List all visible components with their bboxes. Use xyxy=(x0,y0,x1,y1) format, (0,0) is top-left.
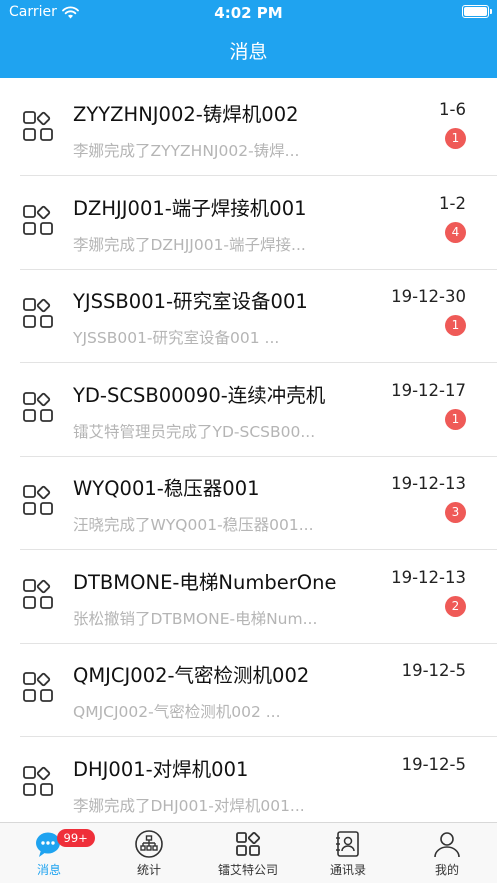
message-row[interactable]: QMJCJ002-气密检测机002 QMJCJ002-气密检测机002 ... 19… xyxy=(0,643,497,737)
unread-count-badge: 3 xyxy=(445,502,466,523)
message-date: 19-12-5 xyxy=(401,754,466,774)
unread-total-badge: 99+ xyxy=(56,829,95,847)
message-title: YJSSB001-研究室设备001 xyxy=(73,290,308,313)
message-title: DZHJJ001-端子焊接机001 xyxy=(73,196,307,220)
tab-item[interactable]: 消息 99+ xyxy=(0,823,99,883)
message-title: QMJCJ002-气密检测机002 xyxy=(73,664,310,687)
device-grid-icon xyxy=(22,391,56,425)
unread-count-badge: 1 xyxy=(445,315,466,336)
org-chart-icon xyxy=(134,829,164,859)
message-preview: YJSSB001-研究室设备001 ... xyxy=(73,329,280,347)
message-row[interactable]: YJSSB001-研究室设备001 YJSSB001-研究室设备001 ... 19… xyxy=(0,269,497,363)
device-grid-icon xyxy=(22,204,56,238)
unread-count-badge: 2 xyxy=(445,595,466,617)
app-header: Carrier 4:02 PM 消息 xyxy=(0,0,497,78)
device-grid-icon xyxy=(22,484,56,518)
battery-icon xyxy=(462,5,492,18)
message-title: YD-SCSB00090-连续冲壳机 xyxy=(73,383,326,407)
message-date: 19-12-5 xyxy=(401,661,466,680)
message-row[interactable]: ZYYZHNJ002-铸焊机002 李娜完成了ZYYZHNJ002-铸焊... 1-… xyxy=(0,82,497,176)
tab-item[interactable]: 我的 xyxy=(398,823,497,883)
status-bar: Carrier 4:02 PM xyxy=(0,0,497,26)
message-row[interactable]: DTBMONE-电梯NumberOne 张松撤销了DTBMONE-电梯Num...… xyxy=(0,550,497,644)
device-grid-icon xyxy=(22,765,56,799)
message-date: 1-6 xyxy=(439,100,466,119)
message-row[interactable]: DHJ001-对焊机001 李娜完成了DHJ001-对焊机001... 19-12-… xyxy=(0,737,497,823)
message-row[interactable]: WYQ001-稳压器001 汪晓完成了WYQ001-稳压器001... 19-12-… xyxy=(0,456,497,550)
message-preview: 李娜完成了DHJ001-对焊机001... xyxy=(73,796,305,815)
tab-bar: 消息 99+ 统计 镭艾特公司 通讯录 我的 xyxy=(0,822,497,883)
message-preview: 张松撤销了DTBMONE-电梯Num... xyxy=(73,609,318,628)
message-preview: 汪晓完成了WYQ001-稳压器001... xyxy=(73,516,314,534)
device-grid-icon xyxy=(22,110,56,144)
message-preview: QMJCJ002-气密检测机002 ... xyxy=(73,703,281,721)
contacts-book-icon xyxy=(333,829,363,859)
device-grid-icon xyxy=(22,578,56,612)
apps-grid-icon xyxy=(233,829,263,859)
tab-item[interactable]: 通讯录 xyxy=(299,823,398,883)
message-date: 19-12-13 xyxy=(391,567,466,587)
message-list[interactable]: ZYYZHNJ002-铸焊机002 李娜完成了ZYYZHNJ002-铸焊... 1-… xyxy=(0,78,497,822)
message-title: DTBMONE-电梯NumberOne xyxy=(73,570,337,594)
message-date: 19-12-13 xyxy=(391,474,466,493)
message-date: 1-2 xyxy=(439,193,466,213)
unread-count-badge: 1 xyxy=(445,128,466,149)
tab-label: 通讯录 xyxy=(329,863,366,877)
device-grid-icon xyxy=(22,671,56,705)
tab-label: 我的 xyxy=(434,863,459,877)
message-title: WYQ001-稳压器001 xyxy=(73,477,260,500)
unread-count-badge: 1 xyxy=(445,408,466,430)
unread-count-badge: 4 xyxy=(445,221,466,243)
status-time: 4:02 PM xyxy=(214,4,283,22)
message-date: 19-12-17 xyxy=(391,380,466,400)
page-title: 消息 xyxy=(229,41,268,63)
message-title: DHJ001-对焊机001 xyxy=(73,757,249,781)
message-title: ZYYZHNJ002-铸焊机002 xyxy=(73,103,299,126)
tab-item[interactable]: 镭艾特公司 xyxy=(199,823,298,883)
tab-label: 统计 xyxy=(136,863,161,877)
person-icon xyxy=(432,829,462,859)
message-row[interactable]: YD-SCSB00090-连续冲壳机镭艾特管理员完成了YD-SCSB00... 1… xyxy=(0,363,497,457)
tab-label: 消息 xyxy=(36,863,61,877)
message-row[interactable]: DZHJJ001-端子焊接机001 李娜完成了DZHJJ001-端子焊接... 1-… xyxy=(0,176,497,270)
message-preview: 李娜完成了DZHJJ001-端子焊接... xyxy=(73,235,306,254)
device-grid-icon xyxy=(22,297,56,331)
tab-label: 镭艾特公司 xyxy=(217,863,278,877)
message-preview: 镭艾特管理员完成了YD-SCSB00... xyxy=(73,422,316,441)
message-date: 19-12-30 xyxy=(391,287,466,306)
tab-item[interactable]: 统计 xyxy=(100,823,199,883)
message-preview: 李娜完成了ZYYZHNJ002-铸焊... xyxy=(73,142,300,160)
